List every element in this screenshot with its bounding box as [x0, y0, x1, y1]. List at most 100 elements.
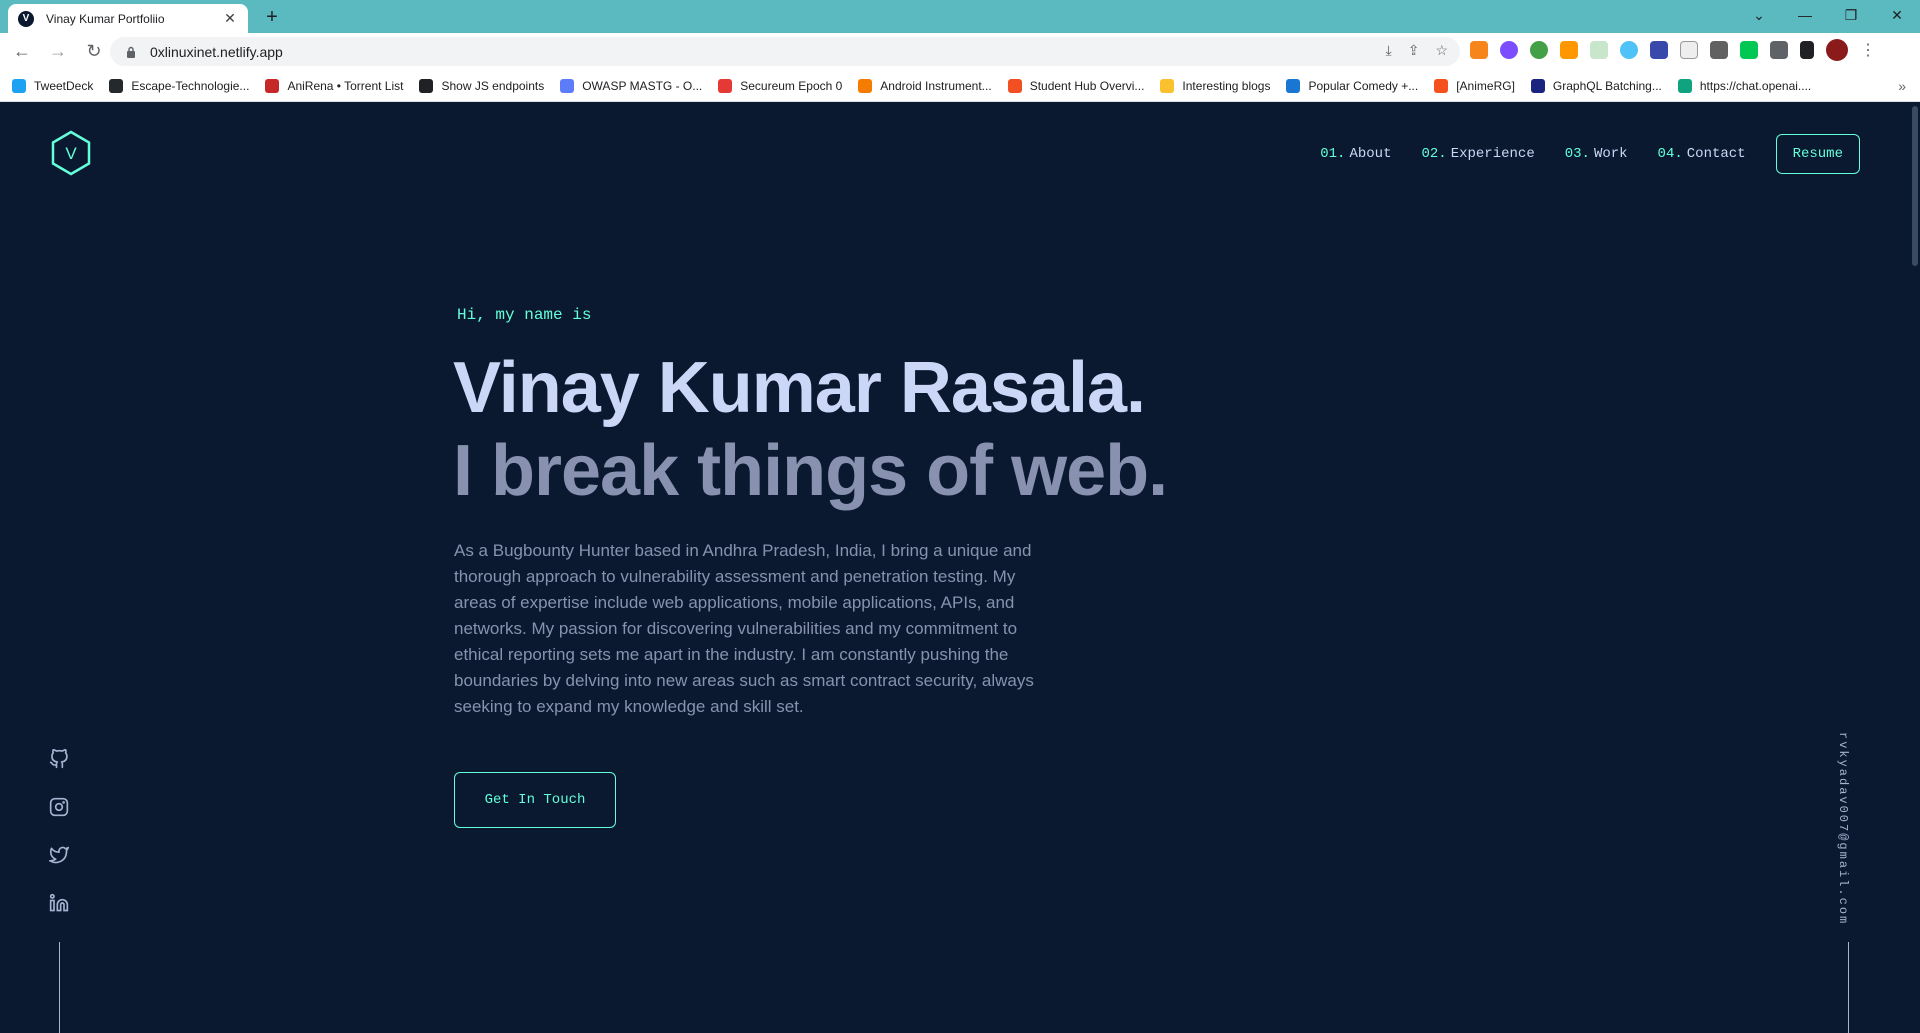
extension-icon[interactable]: [1530, 41, 1548, 59]
bookmark-label: https://chat.openai....: [1699, 78, 1812, 93]
puzzle-extensions-icon[interactable]: [1770, 41, 1788, 59]
bookmarks-bar: TweetDeck Escape-Technologie... AniRena • …: [0, 70, 1920, 102]
bookmark-favicon-icon: [265, 78, 280, 93]
install-app-icon[interactable]: ⤓: [1386, 42, 1392, 59]
bookmark-label: GraphQL Batching...: [1552, 78, 1662, 93]
bookmark-item[interactable]: TweetDeck: [12, 78, 94, 93]
resume-button[interactable]: Resume: [1775, 134, 1860, 174]
hero-tagline: I break things of web.: [453, 431, 1168, 511]
more-bookmarks-button[interactable]: »: [1898, 78, 1906, 94]
bookmark-item[interactable]: Escape-Technologie...: [109, 78, 250, 93]
tab-title: Vinay Kumar Portfoliio: [46, 11, 165, 26]
new-tab-button[interactable]: +: [260, 6, 284, 30]
tab-strip: V Vinay Kumar Portfoliio ✕ + ⌄ — ❐ ✕: [0, 0, 1920, 33]
nav-contact[interactable]: 04. Contact: [1658, 146, 1746, 162]
back-button[interactable]: ←: [8, 38, 36, 66]
bookmark-item[interactable]: Interesting blogs: [1160, 78, 1271, 93]
bookmark-favicon-icon: [1007, 78, 1022, 93]
bookmark-favicon-icon: [1160, 78, 1175, 93]
instagram-icon[interactable]: [47, 795, 71, 819]
logo[interactable]: V: [50, 130, 92, 176]
scrollbar-thumb[interactable]: [1912, 106, 1918, 266]
extension-icon[interactable]: [1680, 41, 1698, 59]
lock-icon[interactable]: [124, 45, 138, 59]
tab-search-icon[interactable]: ⌄: [1736, 0, 1782, 30]
bookmark-favicon-icon: [1434, 78, 1449, 93]
bookmark-favicon-icon: [1530, 78, 1545, 93]
extension-icon[interactable]: [1650, 41, 1668, 59]
extension-icon[interactable]: [1500, 41, 1518, 59]
minimize-button[interactable]: —: [1782, 0, 1828, 30]
page-scrollbar[interactable]: [1910, 102, 1920, 1033]
url-text: 0xlinuxinet.netlify.app: [150, 43, 283, 60]
nav-experience[interactable]: 02. Experience: [1421, 146, 1534, 162]
reload-button[interactable]: ↻: [80, 38, 108, 66]
restore-button[interactable]: ❐: [1828, 0, 1874, 30]
browser-tab[interactable]: V Vinay Kumar Portfoliio ✕: [8, 4, 248, 33]
bookmark-item[interactable]: Secureum Epoch 0: [718, 78, 843, 93]
close-window-button[interactable]: ✕: [1874, 0, 1920, 30]
bookmark-label: Popular Comedy +...: [1308, 78, 1419, 93]
bookmark-label: AniRena • Torrent List: [287, 78, 404, 93]
left-divider-line: [59, 942, 60, 1033]
bookmark-favicon-icon: [109, 78, 124, 93]
github-icon[interactable]: [47, 747, 71, 771]
bookmark-favicon-icon: [718, 78, 733, 93]
social-links: [47, 747, 71, 915]
extension-icon[interactable]: [1710, 41, 1728, 59]
bookmark-label: OWASP MASTG - O...: [582, 78, 703, 93]
bookmark-favicon-icon: [419, 78, 434, 93]
bookmark-item[interactable]: Show JS endpoints: [419, 78, 545, 93]
bookmark-label: Interesting blogs: [1182, 78, 1271, 93]
extension-icon[interactable]: [1560, 41, 1578, 59]
share-icon[interactable]: ⇪: [1408, 42, 1420, 59]
portfolio-page: V 01. About 02. Experience 03. Work 04. Cont…: [0, 102, 1920, 1033]
greeting: Hi, my name is: [457, 306, 592, 324]
bookmark-item[interactable]: https://chat.openai....: [1677, 78, 1812, 93]
forward-button[interactable]: →: [44, 38, 72, 66]
bookmark-item[interactable]: AniRena • Torrent List: [265, 78, 404, 93]
bookmark-star-icon[interactable]: ☆: [1435, 42, 1448, 59]
logo-letter: V: [65, 144, 77, 163]
hero-name: Vinay Kumar Rasala.: [453, 348, 1146, 428]
extension-icon[interactable]: [1620, 41, 1638, 59]
browser-toolbar: ← → ↻ 0xlinuxinet.netlify.app ⤓ ⇪ ☆ ⋮: [0, 33, 1920, 70]
extensions-bar: ⋮: [1470, 39, 1876, 61]
bookmark-label: Escape-Technologie...: [131, 78, 250, 93]
get-in-touch-button[interactable]: Get In Touch: [454, 772, 616, 828]
nav-about[interactable]: 01. About: [1320, 146, 1391, 162]
metamask-extension-icon[interactable]: [1470, 41, 1488, 59]
linkedin-icon[interactable]: [47, 891, 71, 915]
nav-work[interactable]: 03. Work: [1565, 146, 1628, 162]
bookmark-label: Android Instrument...: [880, 78, 992, 93]
profile-avatar[interactable]: [1826, 39, 1848, 61]
bookmark-item[interactable]: Android Instrument...: [858, 78, 992, 93]
main-nav: 01. About 02. Experience 03. Work 04. Contac…: [1290, 134, 1860, 174]
close-tab-icon[interactable]: ✕: [222, 10, 238, 27]
bookmark-label: Show JS endpoints: [441, 78, 545, 93]
bookmark-label: TweetDeck: [34, 78, 94, 93]
right-divider-line: [1848, 942, 1849, 1033]
tab-favicon-icon: V: [18, 10, 34, 27]
extension-icon[interactable]: [1740, 41, 1758, 59]
bookmark-favicon-icon: [560, 78, 575, 93]
bookmark-label: Secureum Epoch 0: [740, 78, 843, 93]
side-panel-icon[interactable]: [1800, 41, 1814, 59]
bookmark-item[interactable]: Student Hub Overvi...: [1007, 78, 1145, 93]
bookmark-item[interactable]: OWASP MASTG - O...: [560, 78, 703, 93]
bookmark-item[interactable]: [AnimeRG]: [1434, 78, 1515, 93]
bookmark-item[interactable]: Popular Comedy +...: [1286, 78, 1419, 93]
bookmark-label: [AnimeRG]: [1456, 78, 1515, 93]
extension-icon[interactable]: [1590, 41, 1608, 59]
address-bar[interactable]: 0xlinuxinet.netlify.app ⤓ ⇪ ☆: [110, 37, 1460, 66]
bookmark-favicon-icon: [12, 78, 26, 93]
bookmark-label: Student Hub Overvi...: [1029, 78, 1145, 93]
browser-menu-icon[interactable]: ⋮: [1860, 40, 1876, 60]
bookmark-item[interactable]: GraphQL Batching...: [1530, 78, 1662, 93]
twitter-icon[interactable]: [47, 843, 71, 867]
hero-bio: As a Bugbounty Hunter based in Andhra Pr…: [454, 541, 1034, 716]
bookmark-favicon-icon: [1286, 78, 1301, 93]
bookmark-favicon-icon: [1677, 78, 1692, 93]
email-link[interactable]: rvkyadav007@gmail.com: [1836, 732, 1850, 925]
bookmark-favicon-icon: [858, 78, 873, 93]
